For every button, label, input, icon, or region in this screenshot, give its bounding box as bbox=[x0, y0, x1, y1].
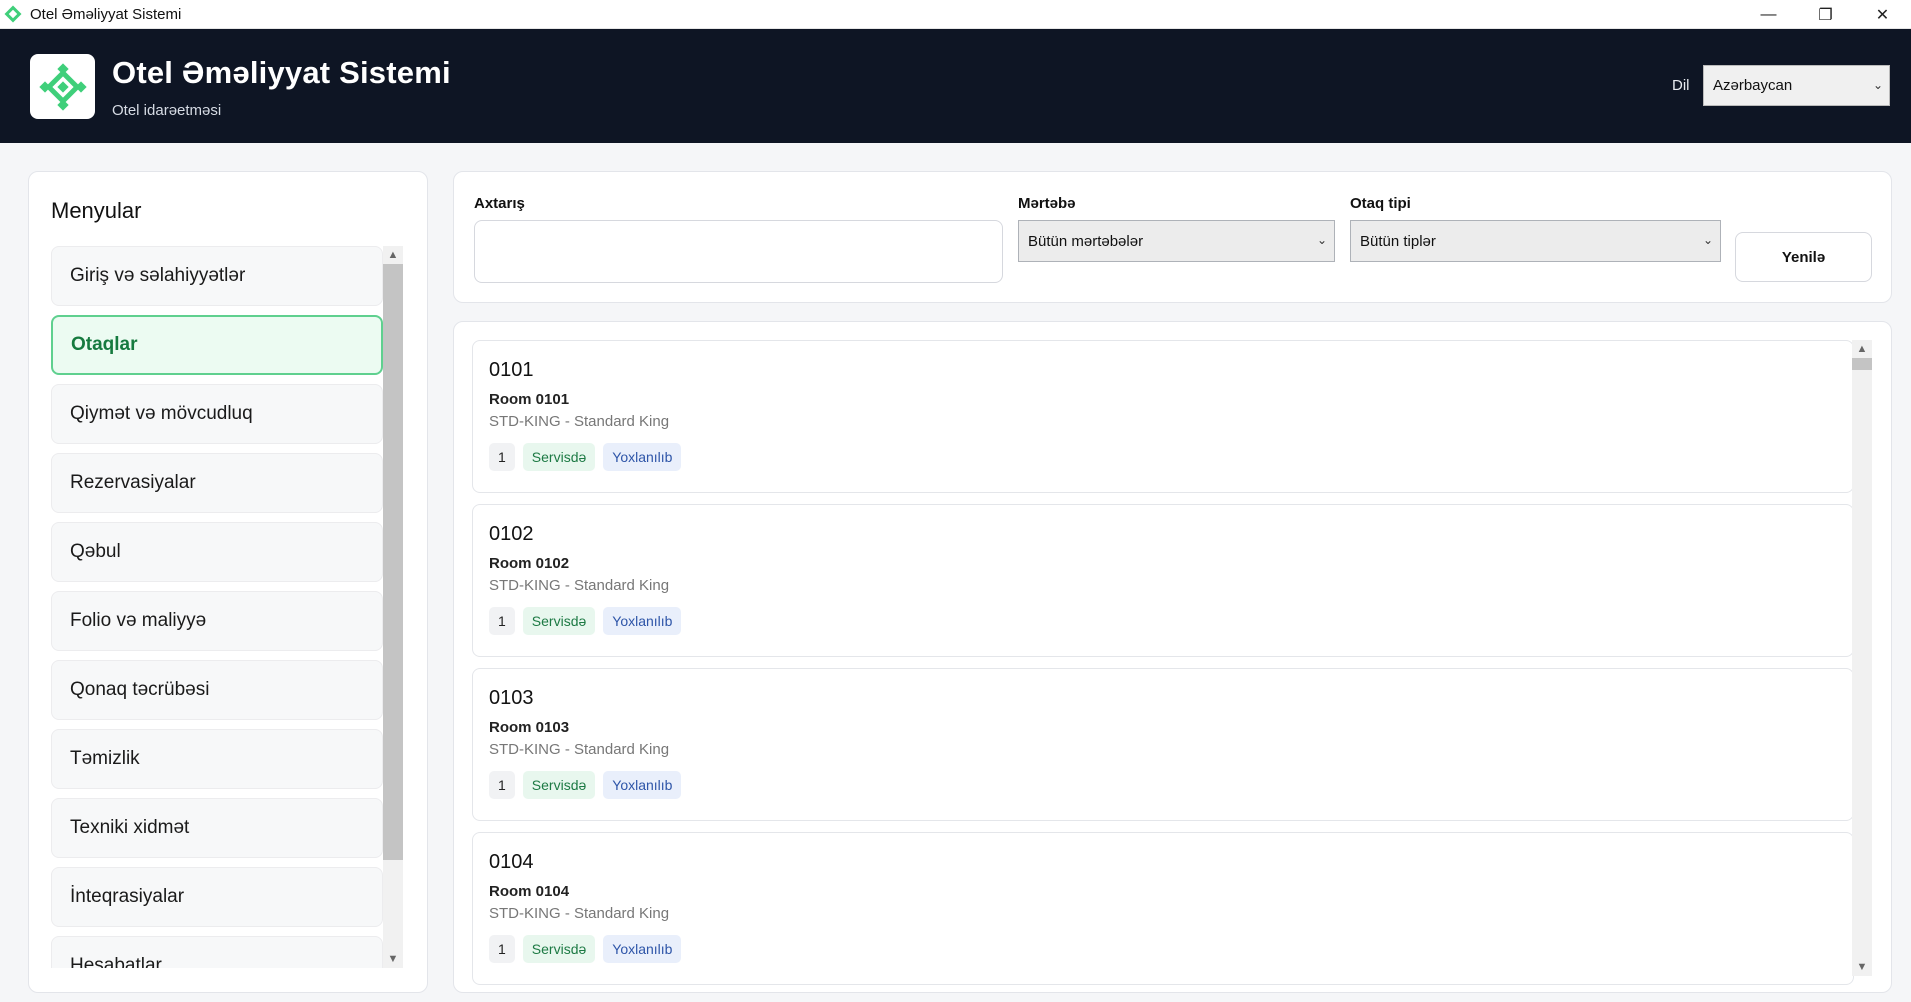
language-select-value: Azərbaycan bbox=[1713, 77, 1793, 94]
room-name: Room 0104 bbox=[489, 883, 570, 900]
status-badge: Servisdə bbox=[522, 771, 596, 799]
room-number: 0104 bbox=[489, 851, 534, 873]
sidebar-item-label: Folio və maliyyə bbox=[70, 610, 207, 631]
scroll-up-icon[interactable]: ▲ bbox=[383, 246, 403, 264]
scroll-down-icon[interactable]: ▼ bbox=[383, 950, 403, 968]
room-number: 0101 bbox=[489, 359, 534, 381]
room-number: 0102 bbox=[489, 523, 534, 545]
sidebar-item-label: Təmizlik bbox=[70, 748, 140, 769]
sidebar-item-label: Qiymət və mövcudluq bbox=[70, 403, 253, 424]
sidebar-item-label: Otaqlar bbox=[71, 334, 138, 355]
floor-select-value: Bütün mərtəbələr bbox=[1028, 232, 1144, 250]
inspection-badge: Yoxlanılıb bbox=[603, 443, 682, 471]
floor-badge: 1 bbox=[489, 771, 515, 799]
room-badges: 1 Servisdə Yoxlanılıb bbox=[489, 607, 682, 635]
floor-badge: 1 bbox=[489, 443, 515, 471]
sidebar-scroll-thumb[interactable] bbox=[383, 264, 403, 860]
language-select[interactable]: Azərbaycan ⌄ bbox=[1703, 65, 1890, 106]
sidebar-item-reports[interactable]: Hesabatlar bbox=[51, 936, 383, 968]
sidebar-item-front-desk[interactable]: Qəbul bbox=[51, 522, 383, 582]
chevron-down-icon: ⌄ bbox=[1702, 233, 1713, 247]
room-card[interactable]: 0104 Room 0104 STD-KING - Standard King … bbox=[472, 832, 1854, 985]
app-title: Otel Əməliyyat Sistemi bbox=[112, 55, 451, 90]
room-type: STD-KING - Standard King bbox=[489, 905, 670, 922]
inspection-badge: Yoxlanılıb bbox=[603, 935, 682, 963]
sidebar-title: Menyular bbox=[51, 198, 142, 223]
sidebar-item-label: Giriş və səlahiyyətlər bbox=[70, 265, 246, 286]
refresh-button[interactable]: Yenilə bbox=[1735, 232, 1872, 282]
sidebar-menu-list: Giriş və səlahiyyətlər Otaqlar Qiymət və… bbox=[51, 246, 383, 968]
room-type: STD-KING - Standard King bbox=[489, 413, 670, 430]
window-title: Otel Əməliyyat Sistemi bbox=[30, 5, 182, 23]
status-badge: Servisdə bbox=[522, 443, 596, 471]
minimize-button[interactable]: — bbox=[1740, 0, 1797, 29]
app-header: Otel Əməliyyat Sistemi Otel idarəetməsi … bbox=[0, 29, 1911, 143]
sidebar-item-label: Qonaq təcrübəsi bbox=[70, 679, 210, 700]
filter-panel: Axtarış Mərtəbə Bütün mərtəbələr ⌄ Otaq … bbox=[453, 171, 1892, 303]
sidebar-item-reservations[interactable]: Rezervasiyalar bbox=[51, 453, 383, 513]
window-titlebar: Otel Əməliyyat Sistemi — ❐ ✕ bbox=[0, 0, 1911, 29]
room-name: Room 0103 bbox=[489, 719, 570, 736]
room-badges: 1 Servisdə Yoxlanılıb bbox=[489, 935, 682, 963]
room-number: 0103 bbox=[489, 687, 534, 709]
sidebar-item-maintenance[interactable]: Texniki xidmət bbox=[51, 798, 383, 858]
sidebar-item-label: Texniki xidmət bbox=[70, 817, 190, 838]
search-input[interactable] bbox=[474, 220, 1003, 283]
floor-select[interactable]: Bütün mərtəbələr ⌄ bbox=[1018, 220, 1335, 262]
sidebar-item-label: Qəbul bbox=[70, 541, 121, 562]
chevron-down-icon: ⌄ bbox=[1316, 233, 1327, 247]
scroll-up-icon[interactable]: ▲ bbox=[1852, 340, 1872, 358]
room-name: Room 0102 bbox=[489, 555, 570, 572]
sidebar: Menyular Giriş və səlahiyyətlər Otaqlar … bbox=[28, 171, 428, 993]
sidebar-item-rooms[interactable]: Otaqlar bbox=[51, 315, 383, 375]
room-list-panel: 0101 Room 0101 STD-KING - Standard King … bbox=[453, 321, 1892, 993]
status-badge: Servisdə bbox=[522, 935, 596, 963]
close-button[interactable]: ✕ bbox=[1854, 0, 1911, 29]
sidebar-item-integrations[interactable]: İnteqrasiyalar bbox=[51, 867, 383, 927]
restore-button[interactable]: ❐ bbox=[1797, 0, 1854, 29]
sidebar-scrollbar[interactable]: ▲ ▼ bbox=[383, 246, 403, 968]
app-subtitle: Otel idarəetməsi bbox=[112, 102, 222, 119]
room-card[interactable]: 0101 Room 0101 STD-KING - Standard King … bbox=[472, 340, 1854, 493]
hotel-logo-icon bbox=[30, 54, 95, 119]
language-label: Dil bbox=[1672, 77, 1690, 94]
sidebar-item-label: İnteqrasiyalar bbox=[70, 886, 185, 907]
inspection-badge: Yoxlanılıb bbox=[603, 771, 682, 799]
scroll-down-icon[interactable]: ▼ bbox=[1852, 958, 1872, 976]
inspection-badge: Yoxlanılıb bbox=[603, 607, 682, 635]
room-name: Room 0101 bbox=[489, 391, 570, 408]
room-type: STD-KING - Standard King bbox=[489, 741, 670, 758]
sidebar-item-login-permissions[interactable]: Giriş və səlahiyyətlər bbox=[51, 246, 383, 306]
sidebar-item-housekeeping[interactable]: Təmizlik bbox=[51, 729, 383, 789]
floor-label: Mərtəbə bbox=[1018, 195, 1076, 212]
room-type-label: Otaq tipi bbox=[1350, 195, 1411, 212]
search-label: Axtarış bbox=[474, 195, 525, 212]
room-type: STD-KING - Standard King bbox=[489, 577, 670, 594]
sidebar-item-pricing-availability[interactable]: Qiymət və mövcudluq bbox=[51, 384, 383, 444]
room-badges: 1 Servisdə Yoxlanılıb bbox=[489, 443, 682, 471]
room-type-select[interactable]: Bütün tiplər ⌄ bbox=[1350, 220, 1721, 262]
room-type-select-value: Bütün tiplər bbox=[1360, 232, 1436, 250]
room-list-scroll-thumb[interactable] bbox=[1852, 358, 1872, 370]
sidebar-item-folio-finance[interactable]: Folio və maliyyə bbox=[51, 591, 383, 651]
room-card[interactable]: 0103 Room 0103 STD-KING - Standard King … bbox=[472, 668, 1854, 821]
status-badge: Servisdə bbox=[522, 607, 596, 635]
chevron-down-icon: ⌄ bbox=[1872, 78, 1883, 92]
sidebar-item-guest-experience[interactable]: Qonaq təcrübəsi bbox=[51, 660, 383, 720]
app-logo-icon bbox=[4, 5, 22, 23]
room-list-scrollbar[interactable]: ▲ ▼ bbox=[1852, 340, 1872, 976]
floor-badge: 1 bbox=[489, 935, 515, 963]
floor-badge: 1 bbox=[489, 607, 515, 635]
sidebar-item-label: Rezervasiyalar bbox=[70, 472, 196, 493]
room-badges: 1 Servisdə Yoxlanılıb bbox=[489, 771, 682, 799]
room-card[interactable]: 0102 Room 0102 STD-KING - Standard King … bbox=[472, 504, 1854, 657]
sidebar-item-label: Hesabatlar bbox=[70, 955, 162, 968]
window-controls: — ❐ ✕ bbox=[1740, 0, 1911, 29]
